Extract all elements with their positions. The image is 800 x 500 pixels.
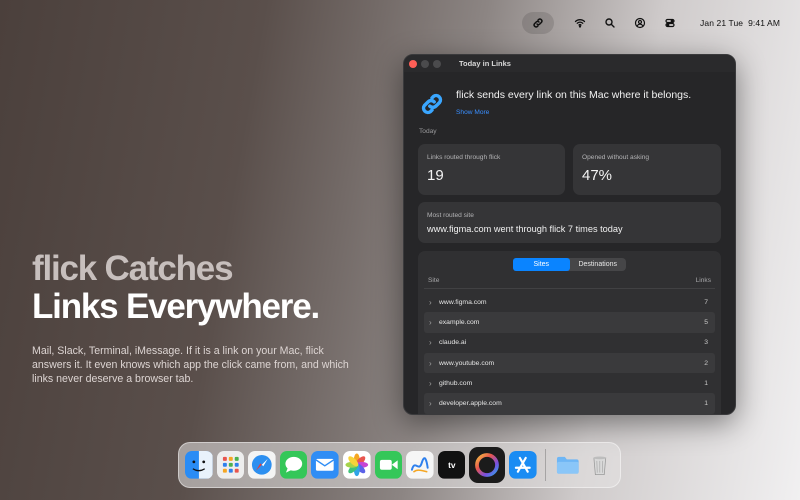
- links-table-card: Sites Destinations Site Links › www.figm…: [418, 251, 721, 414]
- dock-separator: [544, 449, 546, 481]
- row-links: 3: [704, 339, 708, 347]
- today-in-links-window: Today in Links flick sends every link on…: [403, 54, 736, 415]
- chevron-right-icon[interactable]: ›: [429, 318, 439, 327]
- chevron-right-icon[interactable]: ›: [429, 298, 439, 307]
- facetime-icon[interactable]: [374, 451, 403, 479]
- most-routed-text: www.figma.com went through flick 7 times…: [427, 224, 623, 234]
- row-site: example.com: [439, 318, 480, 326]
- table-divider: [424, 288, 715, 289]
- clock-date: Jan 21 Tue: [700, 18, 744, 28]
- column-header-site[interactable]: Site: [428, 277, 439, 284]
- row-links: 1: [704, 379, 708, 387]
- search-icon: [605, 18, 615, 28]
- flick-menu-extra[interactable]: [522, 12, 555, 34]
- menu-clock[interactable]: Jan 21 Tue 9:41 AM: [700, 18, 780, 28]
- folder-icon[interactable]: [554, 451, 582, 479]
- row-site: www.youtube.com: [439, 359, 495, 367]
- most-routed-label: Most routed site: [427, 212, 474, 219]
- table-row[interactable]: › www.youtube.com 2: [424, 352, 715, 374]
- stat-value: 47%: [582, 167, 613, 184]
- chevron-right-icon[interactable]: ›: [429, 379, 439, 388]
- freeform-icon[interactable]: [406, 451, 434, 479]
- flick-app-icon[interactable]: [469, 447, 506, 483]
- window-title: Today in Links: [459, 59, 511, 68]
- user-icon: [634, 17, 646, 29]
- show-more-link[interactable]: Show More: [456, 109, 489, 116]
- tab-destinations[interactable]: Destinations: [570, 258, 627, 271]
- flick-logo-icon: [421, 93, 443, 115]
- stat-card-routed: Links routed through flick 19: [418, 144, 565, 195]
- row-site: github.com: [439, 379, 473, 387]
- tagline: flick sends every link on this Mac where…: [456, 89, 692, 101]
- stat-label: Opened without asking: [582, 154, 650, 161]
- table-row[interactable]: › claude.ai 3: [424, 333, 715, 353]
- table-row[interactable]: › www.figma.com 7: [424, 292, 715, 312]
- hero-headline: flick Catches Links Everywhere.: [32, 250, 362, 326]
- hero-section: flick Catches Links Everywhere. Mail, Sl…: [32, 250, 362, 386]
- row-site: developer.apple.com: [439, 400, 502, 408]
- user-switcher[interactable]: [628, 11, 652, 35]
- safari-icon[interactable]: [248, 451, 276, 479]
- minimize-button[interactable]: [421, 59, 429, 68]
- mail-icon[interactable]: [311, 451, 339, 479]
- hero-headline-line2: Links Everywhere.: [32, 287, 320, 326]
- chevron-right-icon[interactable]: ›: [429, 399, 439, 408]
- row-links: 5: [704, 318, 708, 326]
- dock: tv: [178, 442, 621, 488]
- row-site: claude.ai: [439, 339, 467, 347]
- row-links: 7: [704, 298, 708, 306]
- table-row[interactable]: › developer.apple.com 1: [424, 393, 715, 414]
- messages-icon[interactable]: [279, 451, 308, 479]
- apple-tv-icon[interactable]: tv: [437, 451, 466, 479]
- stat-value: 19: [427, 167, 444, 184]
- chevron-right-icon[interactable]: ›: [429, 338, 439, 347]
- wifi-icon: [574, 19, 586, 28]
- control-center-button[interactable]: [658, 11, 682, 35]
- spotlight-button[interactable]: [598, 11, 622, 35]
- view-segmented-control: Sites Destinations: [513, 258, 626, 271]
- window-header: flick sends every link on this Mac where…: [419, 89, 691, 119]
- stat-label: Links routed through flick: [427, 154, 501, 161]
- finder-icon[interactable]: [185, 451, 213, 479]
- close-button[interactable]: [409, 59, 417, 68]
- section-label-today: Today: [419, 128, 437, 135]
- control-center-icon: [665, 18, 675, 28]
- table-row[interactable]: › example.com 5: [424, 312, 715, 333]
- most-routed-card: Most routed site www.figma.com went thro…: [418, 202, 721, 243]
- links-table-body: › www.figma.com 7 › example.com 5 › clau…: [424, 292, 715, 414]
- hero-headline-line1: flick Catches: [32, 249, 234, 288]
- table-row[interactable]: › github.com 1: [424, 373, 715, 393]
- svg-text:tv: tv: [448, 460, 456, 470]
- photos-icon[interactable]: [342, 451, 371, 479]
- stat-card-opened: Opened without asking 47%: [573, 144, 721, 195]
- launchpad-icon[interactable]: [216, 451, 245, 479]
- trash-icon[interactable]: [586, 451, 614, 479]
- app-store-icon[interactable]: [509, 451, 537, 479]
- row-site: www.figma.com: [439, 298, 487, 306]
- window-titlebar[interactable]: Today in Links: [404, 55, 735, 72]
- zoom-button[interactable]: [433, 59, 441, 68]
- chevron-right-icon[interactable]: ›: [429, 359, 439, 368]
- wifi-status[interactable]: [568, 11, 592, 35]
- flick-link-icon: [533, 18, 543, 28]
- column-header-links[interactable]: Links: [696, 277, 711, 284]
- clock-time: 9:41 AM: [748, 18, 780, 28]
- row-links: 2: [704, 359, 708, 367]
- tab-sites[interactable]: Sites: [513, 258, 570, 271]
- hero-body: Mail, Slack, Terminal, iMessage. If it i…: [32, 345, 349, 385]
- menu-bar: Jan 21 Tue 9:41 AM: [0, 0, 800, 46]
- row-links: 1: [704, 400, 708, 408]
